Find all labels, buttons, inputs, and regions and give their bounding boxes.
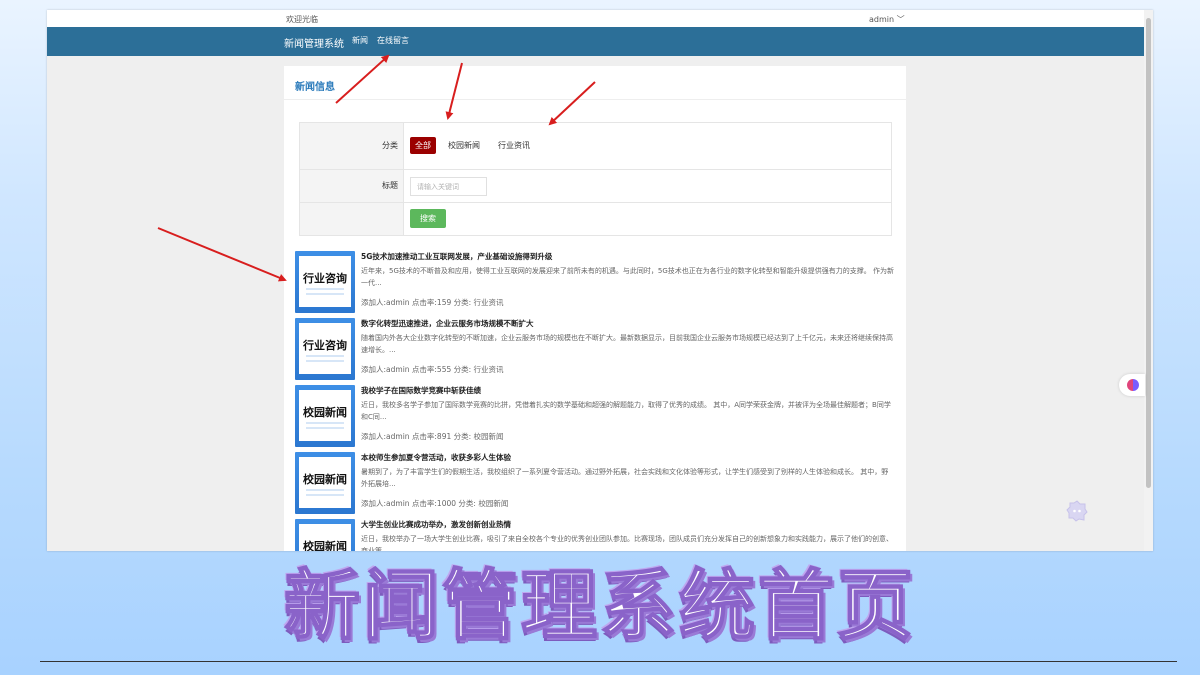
arrow-to-nav [335, 54, 390, 104]
baseline-divider [40, 661, 1177, 662]
screen: 欢迎光临 admin ﹀ 新闻管理系统 新闻 在线留言 新闻信息 分类 全部 校… [0, 0, 1200, 675]
video-caption: 新闻管理系统首页 [283, 560, 916, 651]
arrow-to-news-list [157, 227, 287, 282]
arrow-to-industry [548, 81, 596, 126]
arrow-to-campus [445, 62, 463, 120]
